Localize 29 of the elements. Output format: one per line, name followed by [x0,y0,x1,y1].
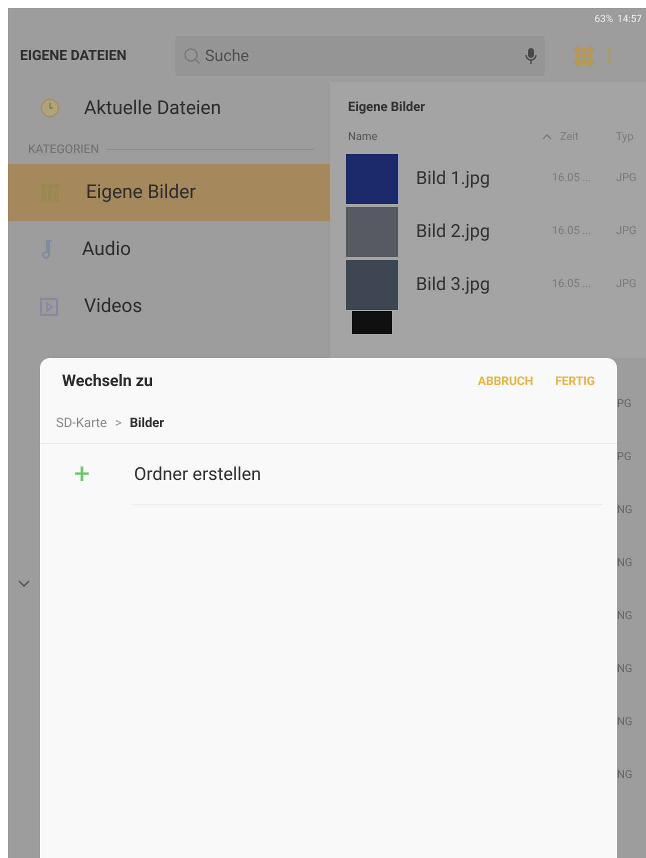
sidebar-item[interactable]: Videos [8,278,330,335]
photo-placeholder [346,154,398,204]
search-icon [183,47,201,65]
create-folder-row[interactable]: + Ordner erstellen [40,444,617,504]
dialog-title: Wechseln zu [62,370,154,392]
sort-up-icon [542,134,552,140]
breadcrumb-link[interactable]: SD-Karte [56,414,107,434]
plus-icon: + [74,460,100,488]
video-icon [40,298,58,316]
photo-placeholder [352,311,392,334]
pane-title: Eigene Bilder [347,99,426,117]
search-bar[interactable]: Suche [175,36,545,76]
chevron-down-icon [18,580,30,588]
clock-time: 14:57 [617,12,642,26]
sidebar-item[interactable]: Aktuelle Dateien [8,82,330,134]
more-options-icon[interactable] [607,47,611,65]
search-field[interactable]: Suche [205,44,521,68]
sidebar-item[interactable]: Eigene Bilder [8,164,330,221]
sidebar-item[interactable]: Audio [8,221,330,278]
column-header[interactable]: Name [348,128,542,146]
photo-placeholder [346,206,398,256]
app-title: EIGENE DATEIEN [19,46,128,66]
breadcrumb-separator: > [114,414,122,433]
photo-placeholder [346,260,398,310]
battery-level: 63% [594,12,614,26]
grid-view-icon[interactable] [575,47,593,65]
microphone-icon[interactable] [525,47,537,65]
breadcrumb-link[interactable]: Bilder [130,414,164,434]
clock-icon [40,98,60,118]
